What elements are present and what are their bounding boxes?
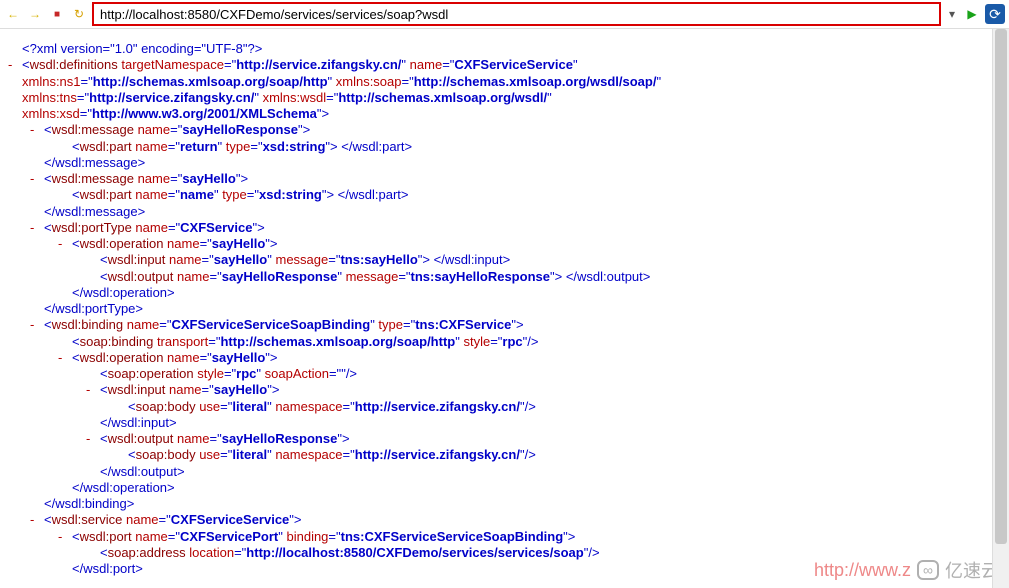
collapse-toggle[interactable]: - bbox=[8, 57, 22, 73]
scroll-thumb[interactable] bbox=[995, 29, 1007, 544]
forward-icon[interactable]: → bbox=[26, 5, 44, 23]
watermark-brand: 亿速云 bbox=[945, 557, 999, 583]
stop-icon[interactable]: ■ bbox=[48, 5, 66, 23]
collapse-toggle[interactable]: - bbox=[86, 382, 100, 398]
collapse-toggle[interactable]: - bbox=[86, 431, 100, 447]
watermark: http://www.z 亿速云 bbox=[814, 557, 999, 583]
vertical-scrollbar[interactable] bbox=[992, 29, 1009, 588]
collapse-toggle[interactable]: - bbox=[58, 236, 72, 252]
url-dropdown-icon[interactable]: ▾ bbox=[945, 5, 959, 23]
collapse-toggle[interactable]: - bbox=[30, 171, 44, 187]
xml-declaration: <?xml version="1.0" encoding="UTF-8"?> bbox=[22, 41, 262, 56]
toolbar: ← → ■ ↻ ▾ ▶ ⟳ bbox=[0, 0, 1009, 29]
xml-source-view: <?xml version="1.0" encoding="UTF-8"?> -… bbox=[0, 29, 1009, 585]
browser-icon[interactable]: ⟳ bbox=[985, 4, 1005, 24]
collapse-toggle[interactable]: - bbox=[30, 512, 44, 528]
collapse-toggle[interactable]: - bbox=[58, 529, 72, 545]
refresh-icon[interactable]: ↻ bbox=[70, 5, 88, 23]
content-area: <?xml version="1.0" encoding="UTF-8"?> -… bbox=[0, 29, 1009, 588]
collapse-toggle[interactable]: - bbox=[30, 220, 44, 236]
url-bar bbox=[92, 2, 941, 26]
watermark-url: http://www.z bbox=[814, 560, 911, 581]
watermark-logo-icon bbox=[917, 560, 939, 580]
collapse-toggle[interactable]: - bbox=[30, 317, 44, 333]
collapse-toggle[interactable]: - bbox=[58, 350, 72, 366]
go-icon[interactable]: ▶ bbox=[963, 5, 981, 23]
collapse-toggle[interactable]: - bbox=[30, 122, 44, 138]
url-input[interactable] bbox=[98, 6, 935, 23]
back-icon[interactable]: ← bbox=[4, 5, 22, 23]
